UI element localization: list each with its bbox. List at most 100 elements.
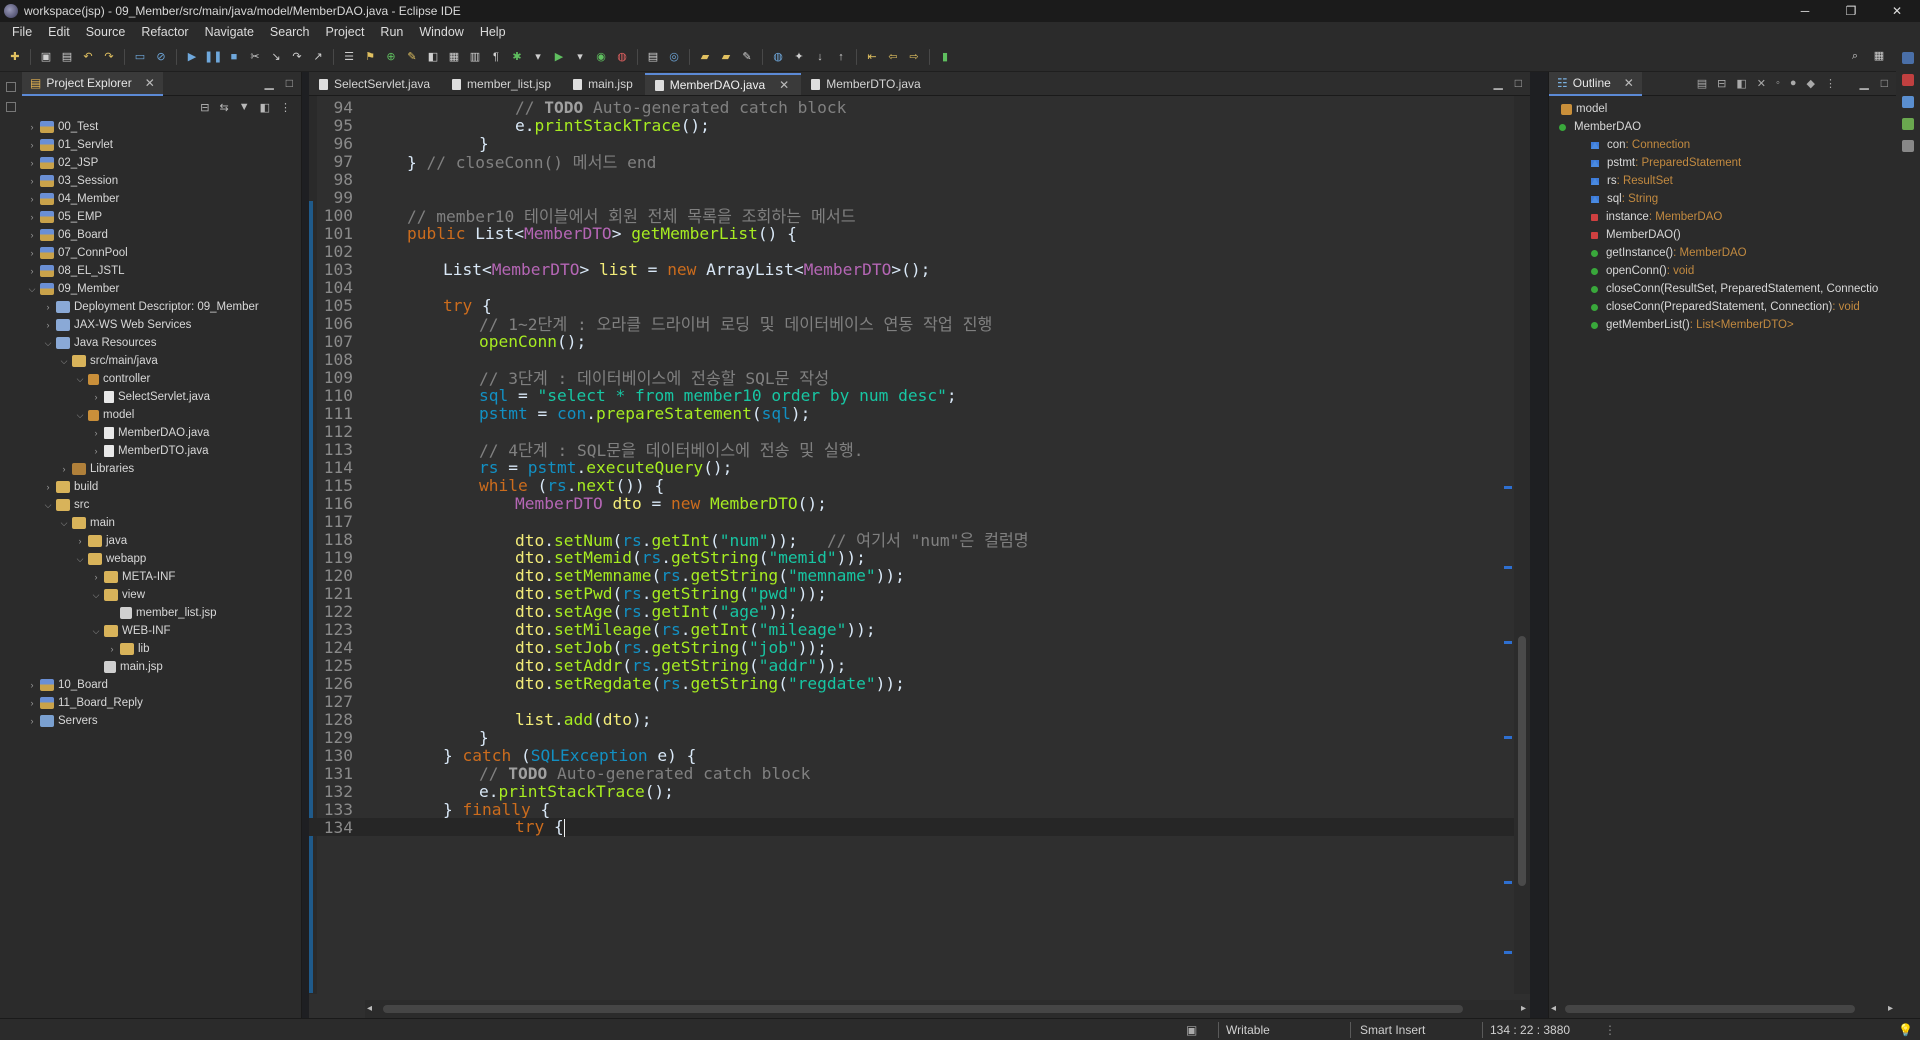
minimized-view-icon[interactable] [6, 102, 16, 112]
code-line[interactable]: 113// 4단계 : SQL문을 데이터베이스에 전송 및 실행. [309, 440, 1514, 461]
outline-horizontal-scrollbar[interactable]: ◂ ▸ [1549, 1000, 1897, 1018]
chevron-down-icon[interactable]: ⌵ [58, 518, 70, 529]
code-line[interactable]: 111 pstmt = con.prepareStatement(sql); [309, 404, 1514, 423]
step-into-icon[interactable]: ↘ [267, 49, 285, 65]
tree-item[interactable]: › 07_ConnPool [26, 244, 301, 262]
toggle-mark-icon[interactable]: ▥ [466, 49, 484, 65]
code-line[interactable]: 131 // TODO Auto-generated catch block [309, 764, 1514, 783]
editor-tab[interactable]: member_list.jsp [442, 73, 563, 95]
tree-item[interactable]: ⌵ webapp [26, 550, 301, 568]
tree-item[interactable]: ⌵ model [26, 406, 301, 424]
scroll-left-icon[interactable]: ◂ [1551, 1003, 1556, 1014]
open-type-icon[interactable]: ☰ [340, 49, 358, 65]
coverage-icon[interactable]: ◉ [592, 49, 610, 65]
tree-item[interactable]: main.jsp [26, 658, 301, 676]
menu-help[interactable]: Help [472, 25, 514, 39]
globe-icon[interactable]: ◍ [769, 49, 787, 65]
forward-icon[interactable]: ⇨ [905, 49, 923, 65]
open-perspective-icon[interactable]: ▦ [445, 49, 463, 65]
code-line[interactable]: 124 dto.setJob(rs.getString("job")); [309, 638, 1514, 657]
code-line[interactable]: 104 [309, 278, 1514, 297]
pin-editor-icon[interactable]: ▮ [936, 49, 954, 65]
link-with-editor-icon[interactable]: ⇆ [219, 101, 228, 114]
chevron-right-icon[interactable]: › [26, 158, 38, 168]
outline-item[interactable]: sql : String [1549, 190, 1896, 208]
code-line[interactable]: 133} finally { [309, 800, 1514, 819]
focus-icon[interactable]: ◧ [260, 101, 270, 114]
chevron-down-icon[interactable]: ⌵ [74, 410, 86, 421]
run-dropdown-icon[interactable]: ▾ [571, 49, 589, 65]
suspend-icon[interactable]: ❚❚ [204, 49, 222, 65]
close-tab-icon[interactable]: ✕ [779, 78, 789, 92]
save-icon[interactable]: ▣ [37, 49, 55, 65]
outline-item[interactable]: con : Connection [1549, 136, 1896, 154]
editor-tab[interactable]: SelectServlet.java [309, 73, 442, 95]
chevron-down-icon[interactable]: ⌵ [74, 554, 86, 565]
editor-tab[interactable]: MemberDAO.java ✕ [644, 73, 802, 95]
menu-source[interactable]: Source [78, 25, 134, 39]
close-window-button[interactable]: ✕ [1874, 0, 1920, 22]
terminate-icon[interactable]: ■ [225, 49, 243, 65]
tree-item[interactable]: › 03_Session [26, 172, 301, 190]
collapse-all-icon[interactable]: ⊟ [1717, 77, 1726, 90]
collapse-all-icon[interactable]: ⊟ [200, 101, 209, 114]
new-interface-icon[interactable]: ◧ [424, 49, 442, 65]
chevron-down-icon[interactable]: ⌵ [74, 374, 86, 385]
code-line[interactable]: 134 try { [309, 817, 1514, 837]
code-line[interactable]: 102 [309, 242, 1514, 261]
status-menu-icon[interactable]: ⋮ [1604, 1023, 1616, 1037]
tree-item[interactable]: ⌵ src [26, 496, 301, 514]
minimize-view-icon[interactable]: ▁ [265, 76, 274, 90]
chevron-right-icon[interactable]: › [26, 248, 38, 258]
code-line[interactable]: 101 public List<MemberDTO> getMemberList(… [309, 224, 1514, 243]
step-return-icon[interactable]: ↗ [309, 49, 327, 65]
open-file-icon[interactable]: ▰ [717, 49, 735, 65]
editor-horizontal-scrollbar[interactable]: ◂ ▸ [365, 1000, 1530, 1018]
next-annotation-icon[interactable]: ↓ [811, 49, 829, 65]
run-icon[interactable]: ▶ [550, 49, 568, 65]
code-line[interactable]: 114 rs = pstmt.executeQuery(); [309, 458, 1514, 477]
code-line[interactable]: 115 while (rs.next()) { [309, 476, 1514, 495]
code-line[interactable]: 95 e.printStackTrace(); [309, 116, 1514, 135]
code-line[interactable]: 116 MemberDTO dto = new MemberDTO(); [309, 494, 1514, 513]
redo-icon[interactable]: ↷ [100, 49, 118, 65]
back-icon[interactable]: ⇦ [884, 49, 902, 65]
tree-item[interactable]: › 04_Member [26, 190, 301, 208]
code-line[interactable]: 129} [309, 728, 1514, 747]
chevron-right-icon[interactable]: › [42, 482, 54, 492]
chevron-down-icon[interactable]: ⌵ [90, 626, 102, 637]
code-line[interactable]: 100// member10 테이블에서 회원 전체 목록을 조회하는 메서드 [309, 206, 1514, 227]
tree-item[interactable]: › JAX-WS Web Services [26, 316, 301, 334]
code-line[interactable]: 97} // closeConn() 메서드 end [309, 152, 1514, 173]
menu-project[interactable]: Project [318, 25, 373, 39]
minimize-button[interactable]: ─ [1782, 0, 1828, 22]
outline-item[interactable]: closeConn(ResultSet, PreparedStatement, … [1549, 280, 1896, 298]
maximize-editor-icon[interactable]: □ [1515, 76, 1522, 90]
code-line[interactable]: 110 sql = "select * from member10 order b… [309, 386, 1514, 405]
status-insert-mode[interactable]: Smart Insert [1360, 1023, 1425, 1037]
outline-item[interactable]: openConn() : void [1549, 262, 1896, 280]
tree-item[interactable]: › 10_Board [26, 676, 301, 694]
scroll-left-icon[interactable]: ◂ [367, 1003, 372, 1014]
chevron-right-icon[interactable]: › [90, 428, 102, 438]
tree-item[interactable]: ⌵ src/main/java [26, 352, 301, 370]
maximize-view-icon[interactable]: □ [1881, 76, 1888, 90]
tree-item[interactable]: › MemberDAO.java [26, 424, 301, 442]
chevron-down-icon[interactable]: ⌵ [42, 338, 54, 349]
tree-item[interactable]: › 00_Test [26, 118, 301, 136]
chevron-right-icon[interactable]: › [106, 644, 118, 654]
outline-item[interactable]: closeConn(PreparedStatement, Connection)… [1549, 298, 1896, 316]
chevron-down-icon[interactable]: ⌵ [42, 500, 54, 511]
hide-fields-icon[interactable]: ◧ [1736, 77, 1746, 90]
scrollbar-thumb[interactable] [1518, 636, 1526, 886]
code-line[interactable]: 119 dto.setMemid(rs.getString("memid")); [309, 548, 1514, 567]
resume-icon[interactable]: ▶ [183, 49, 201, 65]
filter-icon[interactable]: ▼ [239, 101, 250, 113]
chevron-down-icon[interactable]: ⌵ [58, 356, 70, 367]
chevron-right-icon[interactable]: › [26, 122, 38, 132]
tree-item[interactable]: › Libraries [26, 460, 301, 478]
tree-item[interactable]: › 11_Board_Reply [26, 694, 301, 712]
servers-view-icon[interactable] [1902, 74, 1914, 86]
new-package-icon[interactable]: ⊕ [382, 49, 400, 65]
outline-item[interactable]: getInstance() : MemberDAO [1549, 244, 1896, 262]
